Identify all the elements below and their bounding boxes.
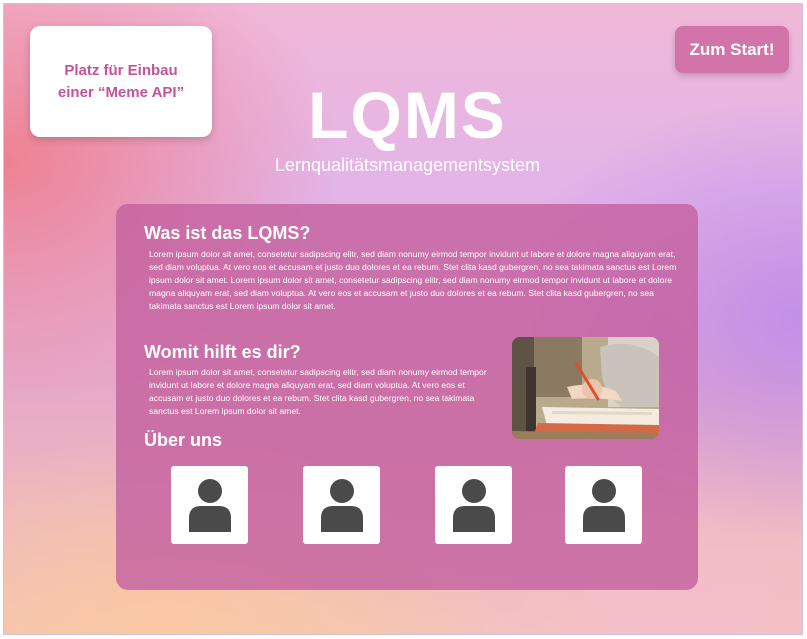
team-member-card[interactable] (565, 466, 642, 544)
user-icon (320, 479, 363, 532)
team-member-card[interactable] (303, 466, 380, 544)
help-text: Lorem ipsum dolor sit amet, consetetur s… (149, 367, 487, 416)
content-card: Was ist das LQMS? Lorem ipsum dolor sit … (116, 204, 698, 590)
logo-subtitle: Lernqualitätsmanagementsystem (274, 155, 541, 175)
start-button[interactable]: Zum Start! (675, 26, 789, 73)
team-heading: Über uns (144, 430, 223, 450)
about-heading: Was ist das LQMS? (144, 223, 311, 243)
team-member-card[interactable] (435, 466, 512, 544)
about-text: Lorem ipsum dolor sit amet, consetetur s… (149, 249, 677, 311)
writing-photo-graphic (512, 337, 659, 439)
user-icon (452, 479, 495, 532)
team-member-card[interactable] (171, 466, 248, 544)
writing-photo (512, 337, 659, 439)
user-icon (582, 479, 625, 532)
help-heading: Womit hilft es dir? (144, 342, 301, 362)
page-background: Platz für Einbau einer “Meme API” Zum St… (3, 3, 803, 635)
logo-title: LQMS (308, 78, 507, 152)
user-icon (188, 479, 231, 532)
